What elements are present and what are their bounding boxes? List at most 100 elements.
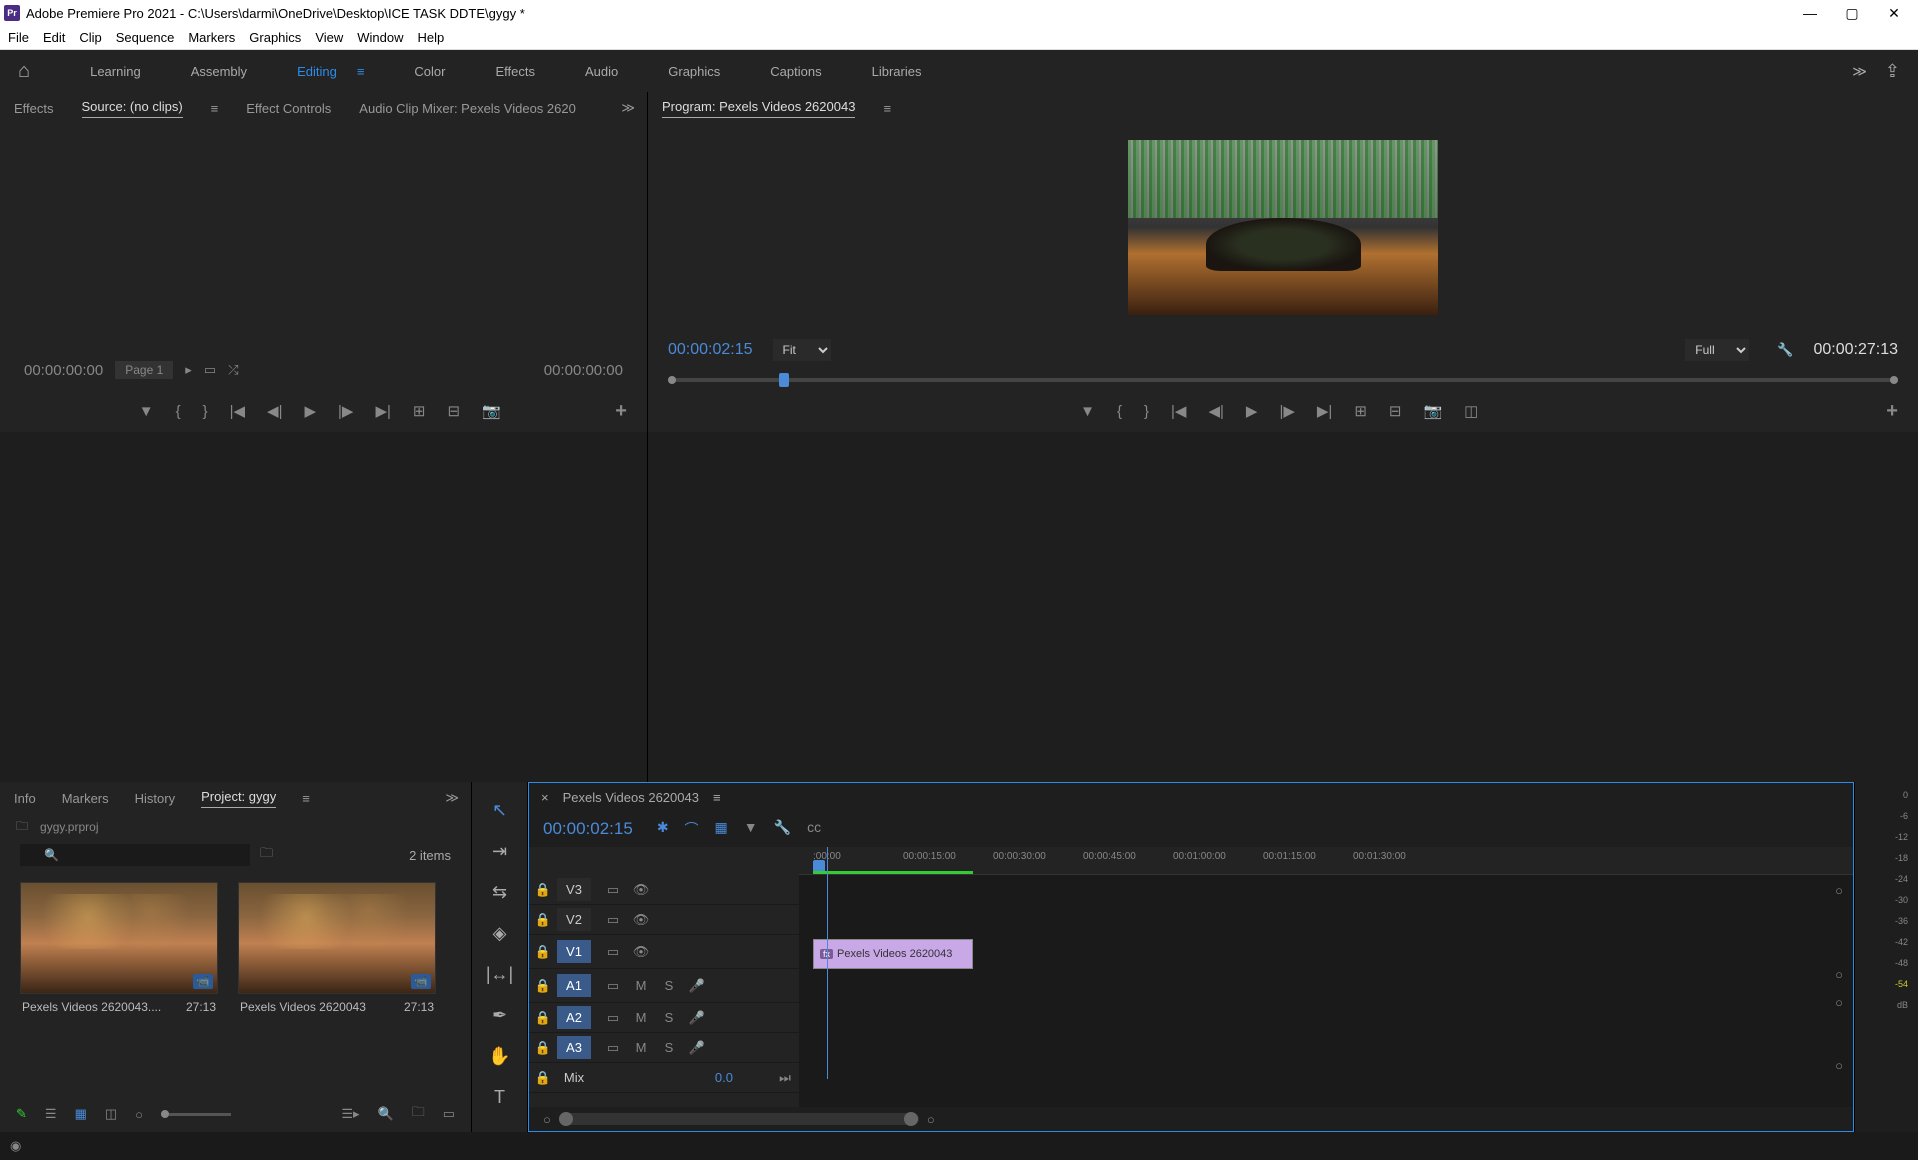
step-back-icon[interactable]: ◀|: [267, 402, 282, 420]
icon-view-icon[interactable]: ▦: [75, 1106, 87, 1122]
sync-lock-icon[interactable]: ▭: [601, 1040, 625, 1056]
mark-in-icon[interactable]: {: [176, 403, 181, 420]
menu-edit[interactable]: Edit: [43, 30, 65, 45]
insert-icon[interactable]: ⊞: [413, 402, 426, 420]
lock-icon[interactable]: 🔒: [529, 1040, 557, 1056]
project-tabs-overflow-icon[interactable]: ≫: [445, 790, 457, 806]
nest-icon[interactable]: ✱: [657, 819, 669, 839]
track-v3[interactable]: 🔒 V3 ▭ 👁: [529, 875, 799, 905]
sequence-name[interactable]: Pexels Videos 2620043: [563, 790, 699, 805]
add-button[interactable]: +: [1886, 400, 1898, 423]
nav-icon[interactable]: ⏭: [773, 1070, 797, 1086]
maximize-button[interactable]: ▢: [1840, 5, 1864, 22]
lift-icon[interactable]: ⊞: [1354, 402, 1367, 420]
track-select-tool-icon[interactable]: ⇥: [492, 841, 507, 862]
scroll-dot-icon[interactable]: ○: [1835, 1058, 1843, 1073]
snap-icon[interactable]: ⌒: [685, 819, 699, 839]
tab-info[interactable]: Info: [14, 791, 36, 806]
sync-lock-icon[interactable]: ▭: [601, 944, 625, 960]
track-label[interactable]: V3: [557, 878, 591, 901]
marker-icon[interactable]: ▼: [1080, 403, 1095, 420]
track-a2[interactable]: 🔒 A2 ▭ M S 🎤: [529, 1003, 799, 1033]
goto-in-icon[interactable]: |◀: [1171, 402, 1186, 420]
close-sequence-icon[interactable]: ×: [541, 790, 549, 805]
selection-tool-icon[interactable]: ↖: [492, 800, 507, 821]
track-label[interactable]: V1: [557, 940, 591, 963]
overwrite-icon[interactable]: ⊟: [447, 402, 460, 420]
mark-out-icon[interactable]: }: [203, 403, 208, 420]
ripple-tool-icon[interactable]: ⇆: [492, 882, 507, 903]
workspace-audio[interactable]: Audio: [585, 64, 618, 79]
track-v1[interactable]: 🔒 V1 ▭ 👁: [529, 935, 799, 969]
source-page-select[interactable]: Page 1: [115, 361, 173, 379]
workspace-editing[interactable]: Editing: [297, 64, 337, 79]
play-button[interactable]: ▶: [1246, 402, 1258, 420]
workspace-learning[interactable]: Learning: [90, 64, 141, 79]
step-back-icon[interactable]: ◀|: [1208, 402, 1223, 420]
timeline-clip[interactable]: fx Pexels Videos 2620043: [813, 939, 973, 969]
work-area[interactable]: [813, 871, 973, 874]
resolution-select[interactable]: Full: [1685, 339, 1749, 361]
linked-selection-icon[interactable]: ▦: [715, 819, 728, 839]
list-view-icon[interactable]: ☰: [45, 1106, 57, 1122]
project-panel-menu-icon[interactable]: ≡: [302, 791, 310, 806]
extract-icon[interactable]: ⊟: [1389, 402, 1402, 420]
sync-lock-icon[interactable]: ▭: [601, 882, 625, 898]
menu-help[interactable]: Help: [418, 30, 445, 45]
workspace-effects[interactable]: Effects: [495, 64, 535, 79]
mark-in-icon[interactable]: {: [1117, 403, 1122, 420]
goto-in-icon[interactable]: |◀: [230, 402, 245, 420]
export-frame-icon[interactable]: 📷: [1423, 402, 1442, 420]
mute-icon[interactable]: M: [629, 1040, 653, 1055]
workspace-assembly[interactable]: Assembly: [191, 64, 247, 79]
sync-lock-icon[interactable]: ▭: [601, 912, 625, 928]
tab-audio-clip-mixer[interactable]: Audio Clip Mixer: Pexels Videos 2620: [359, 101, 576, 116]
solo-icon[interactable]: S: [657, 978, 681, 993]
new-bin-icon[interactable]: 🗀: [412, 1103, 425, 1125]
tab-history[interactable]: History: [135, 791, 175, 806]
creative-cloud-icon[interactable]: ◉: [10, 1138, 21, 1154]
menu-window[interactable]: Window: [357, 30, 403, 45]
captions-icon[interactable]: cc: [807, 819, 821, 839]
workspace-graphics[interactable]: Graphics: [668, 64, 720, 79]
zoom-slider[interactable]: [559, 1113, 919, 1125]
program-monitor[interactable]: [648, 124, 1918, 330]
step-fwd-icon[interactable]: |▶: [338, 402, 353, 420]
timeline-tc[interactable]: 00:00:02:15: [543, 819, 633, 839]
voice-icon[interactable]: 🎤: [685, 1040, 709, 1056]
minimize-button[interactable]: —: [1798, 5, 1822, 22]
scrub-end-icon[interactable]: [1890, 376, 1898, 384]
program-tc-current[interactable]: 00:00:02:15: [668, 341, 753, 359]
lock-icon[interactable]: 🔒: [529, 1070, 557, 1086]
source-panel-menu-icon[interactable]: ≡: [211, 101, 219, 116]
settings-icon[interactable]: 🔧: [1777, 342, 1793, 358]
scrub-start-icon[interactable]: [668, 376, 676, 384]
pen-tool-icon[interactable]: ✒: [492, 1005, 507, 1026]
toggle-output-icon[interactable]: 👁: [629, 912, 653, 928]
writable-icon[interactable]: ✎: [16, 1106, 27, 1122]
toggle-output-icon[interactable]: 👁: [629, 944, 653, 960]
source-overlay-icon[interactable]: ⤮: [228, 362, 238, 378]
add-button[interactable]: +: [615, 400, 627, 423]
new-item-icon[interactable]: ▭: [443, 1106, 455, 1122]
timeline-tracks[interactable]: :00:00 00:00:15:00 00:00:30:00 00:00:45:…: [799, 847, 1853, 1107]
project-search-input[interactable]: [20, 844, 250, 866]
goto-out-icon[interactable]: ▶|: [1317, 402, 1332, 420]
settings-wrench-icon[interactable]: 🔧: [774, 819, 791, 839]
workspace-libraries[interactable]: Libraries: [872, 64, 922, 79]
source-tabs-overflow-icon[interactable]: ≫: [621, 100, 633, 116]
time-ruler[interactable]: :00:00 00:00:15:00 00:00:30:00 00:00:45:…: [799, 847, 1853, 875]
sort-icon[interactable]: ○: [135, 1107, 143, 1122]
compare-icon[interactable]: ◫: [1464, 402, 1478, 420]
type-tool-icon[interactable]: T: [494, 1087, 505, 1108]
source-tc-in[interactable]: 00:00:00:00: [24, 362, 103, 379]
program-scrubber[interactable]: [648, 370, 1918, 390]
program-panel-menu-icon[interactable]: ≡: [883, 101, 891, 116]
toggle-output-icon[interactable]: 👁: [629, 882, 653, 898]
workspace-captions[interactable]: Captions: [770, 64, 821, 79]
tab-markers[interactable]: Markers: [62, 791, 109, 806]
thumb-size-slider[interactable]: [161, 1113, 231, 1116]
slip-tool-icon[interactable]: |↔|: [486, 964, 513, 985]
menu-view[interactable]: View: [315, 30, 343, 45]
track-label[interactable]: A3: [557, 1036, 591, 1059]
